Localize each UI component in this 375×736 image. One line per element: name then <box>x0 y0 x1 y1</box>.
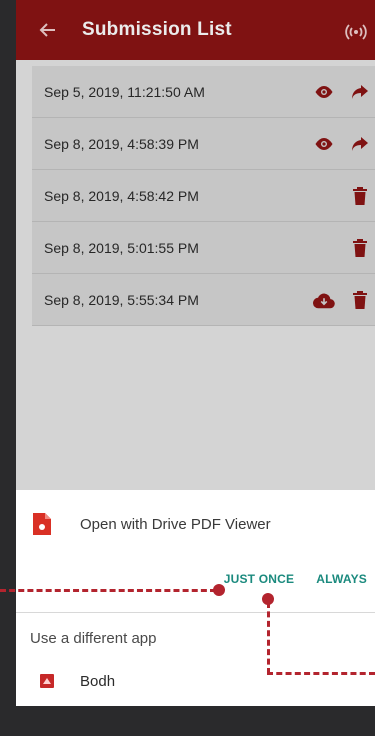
open-with-label: Open with Drive PDF Viewer <box>80 515 271 533</box>
chooser-buttons: JUST ONCE ALWAYS <box>224 572 367 586</box>
annotation-dot-left <box>213 584 225 596</box>
annotation-line-bottom <box>267 672 375 675</box>
annotation-line-down <box>267 602 270 674</box>
alt-app-name: Bodh <box>80 672 116 690</box>
alt-app-row[interactable]: Bodh <box>16 666 375 696</box>
pdf-file-icon <box>33 513 51 535</box>
annotation-line-left <box>0 589 216 592</box>
bodh-app-icon <box>40 674 54 688</box>
use-different-app-label: Use a different app <box>30 630 157 647</box>
just-once-button[interactable]: JUST ONCE <box>224 572 294 586</box>
phone-screen: Submission List Sep 5, 2019, 11:21:50 AM… <box>16 0 375 706</box>
default-app-row[interactable]: Open with Drive PDF Viewer <box>16 504 375 544</box>
divider <box>16 612 375 613</box>
always-button[interactable]: ALWAYS <box>316 572 367 586</box>
